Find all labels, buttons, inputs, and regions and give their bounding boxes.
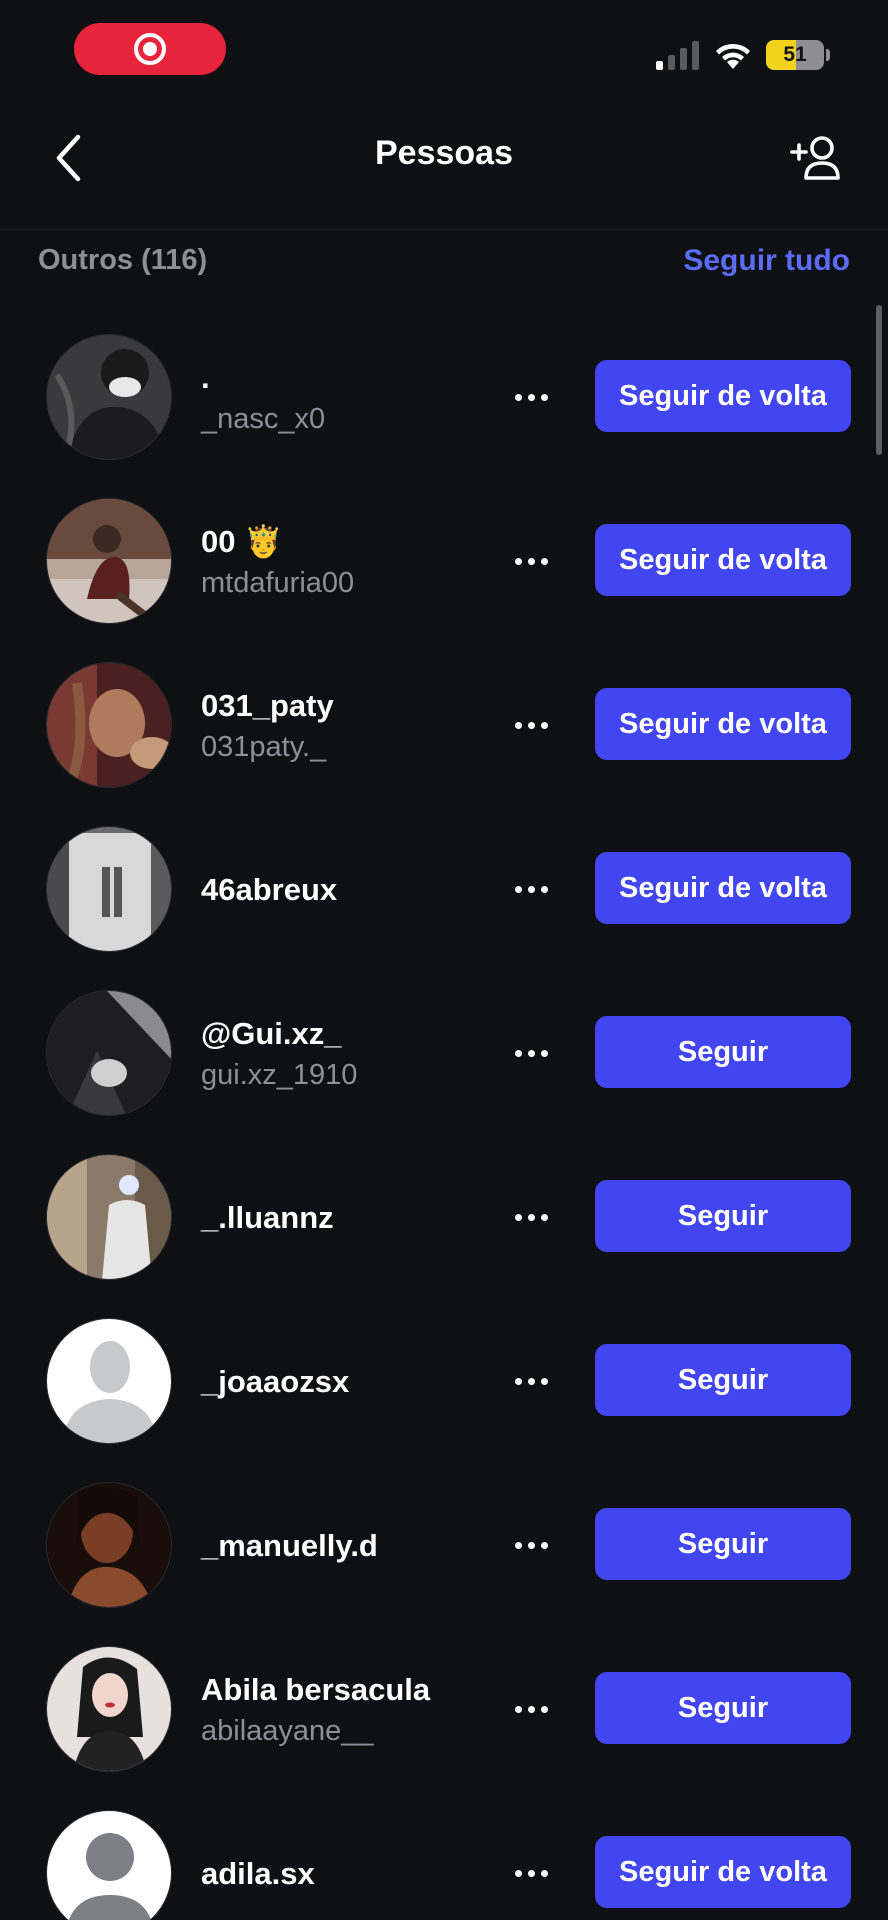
list-item[interactable]: _.lluannz Seguir [0,1136,888,1300]
record-icon [134,33,166,65]
section-title: Outros (116) [38,244,208,276]
follow-back-button[interactable]: Seguir de volta [595,688,851,760]
display-name: @Gui.xz_ [201,1016,342,1051]
more-options-button[interactable] [506,700,556,750]
screen: 51 Pessoas Outros (116) Seguir tudo . _n… [0,0,888,1920]
status-icons: 51 [656,40,830,70]
list-item[interactable]: 00 🤴 mtdafuria00 Seguir de volta [0,480,888,644]
people-list: . _nasc_x0 Seguir de volta 00 🤴 mtdafuri… [0,316,888,1920]
follow-back-button[interactable]: Seguir de volta [595,852,851,924]
display-name: Abila bersacula [201,1672,431,1707]
display-name: 00 🤴 [201,524,283,559]
list-item[interactable]: _manuelly.d Seguir [0,1464,888,1628]
status-bar: 51 [0,0,888,100]
add-person-button[interactable] [784,130,850,186]
username: mtdafuria00 [201,567,355,599]
battery-nub [826,49,830,61]
name-block: @Gui.xz_ gui.xz_1910 [201,972,501,1136]
name-block: Abila bersacula abilaayane__ [201,1628,501,1792]
name-block: 031_paty 031paty._ [201,644,501,808]
list-item[interactable]: @Gui.xz_ gui.xz_1910 Seguir [0,972,888,1136]
follow-button[interactable]: Seguir [595,1180,851,1252]
more-options-button[interactable] [506,1684,556,1734]
username: _nasc_x0 [201,403,326,435]
follow-button[interactable]: Seguir [595,1016,851,1088]
display-name: _.lluannz [201,1200,334,1235]
battery-indicator: 51 [766,40,824,70]
display-name: 031_paty [201,688,334,723]
more-options-button[interactable] [506,1848,556,1898]
name-block: 46abreux [201,808,501,972]
section-header: Outros (116) Seguir tudo [0,232,888,292]
avatar[interactable] [46,826,172,952]
more-options-button[interactable] [506,864,556,914]
follow-all-button[interactable]: Seguir tudo [683,244,850,278]
avatar[interactable] [46,1482,172,1608]
name-block: adila.sx [201,1792,501,1920]
follow-button[interactable]: Seguir [595,1508,851,1580]
name-block: _joaaozsx [201,1300,501,1464]
username: gui.xz_1910 [201,1059,358,1091]
name-block: _.lluannz [201,1136,501,1300]
username: 031paty._ [201,731,327,763]
cellular-signal-icon [656,41,699,70]
display-name: _joaaozsx [201,1364,350,1399]
list-item[interactable]: Abila bersacula abilaayane__ Seguir [0,1628,888,1792]
list-item[interactable]: adila.sx Seguir de volta [0,1792,888,1920]
wifi-icon [716,43,750,69]
avatar[interactable] [46,1154,172,1280]
display-name: adila.sx [201,1856,315,1891]
list-item[interactable]: _joaaozsx Seguir [0,1300,888,1464]
name-block: 00 🤴 mtdafuria00 [201,480,501,644]
name-block: . _nasc_x0 [201,316,501,480]
avatar[interactable] [46,1810,172,1920]
display-name: . [201,360,210,395]
more-options-button[interactable] [506,1192,556,1242]
more-options-button[interactable] [506,1520,556,1570]
avatar[interactable] [46,662,172,788]
add-person-icon [790,136,840,180]
display-name: 46abreux [201,872,338,907]
follow-back-button[interactable]: Seguir de volta [595,360,851,432]
more-options-button[interactable] [506,536,556,586]
screen-recording-indicator[interactable] [74,23,226,75]
battery-level: 51 [783,43,807,66]
name-block: _manuelly.d [201,1464,501,1628]
page-title: Pessoas [375,134,513,172]
default-avatar [47,1811,171,1920]
navigation-bar: Pessoas [0,100,888,230]
list-item[interactable]: . _nasc_x0 Seguir de volta [0,316,888,480]
follow-button[interactable]: Seguir [595,1344,851,1416]
avatar[interactable] [46,990,172,1116]
follow-back-button[interactable]: Seguir de volta [595,1836,851,1908]
avatar[interactable] [46,334,172,460]
username: abilaayane__ [201,1715,374,1747]
more-options-button[interactable] [506,1028,556,1078]
more-options-button[interactable] [506,372,556,422]
default-silhouette-avatar [47,1319,171,1443]
display-name: _manuelly.d [201,1528,378,1563]
follow-back-button[interactable]: Seguir de volta [595,524,851,596]
list-item[interactable]: 46abreux Seguir de volta [0,808,888,972]
more-options-button[interactable] [506,1356,556,1406]
avatar[interactable] [46,1646,172,1772]
avatar[interactable] [46,498,172,624]
avatar[interactable] [46,1318,172,1444]
follow-button[interactable]: Seguir [595,1672,851,1744]
list-item[interactable]: 031_paty 031paty._ Seguir de volta [0,644,888,808]
